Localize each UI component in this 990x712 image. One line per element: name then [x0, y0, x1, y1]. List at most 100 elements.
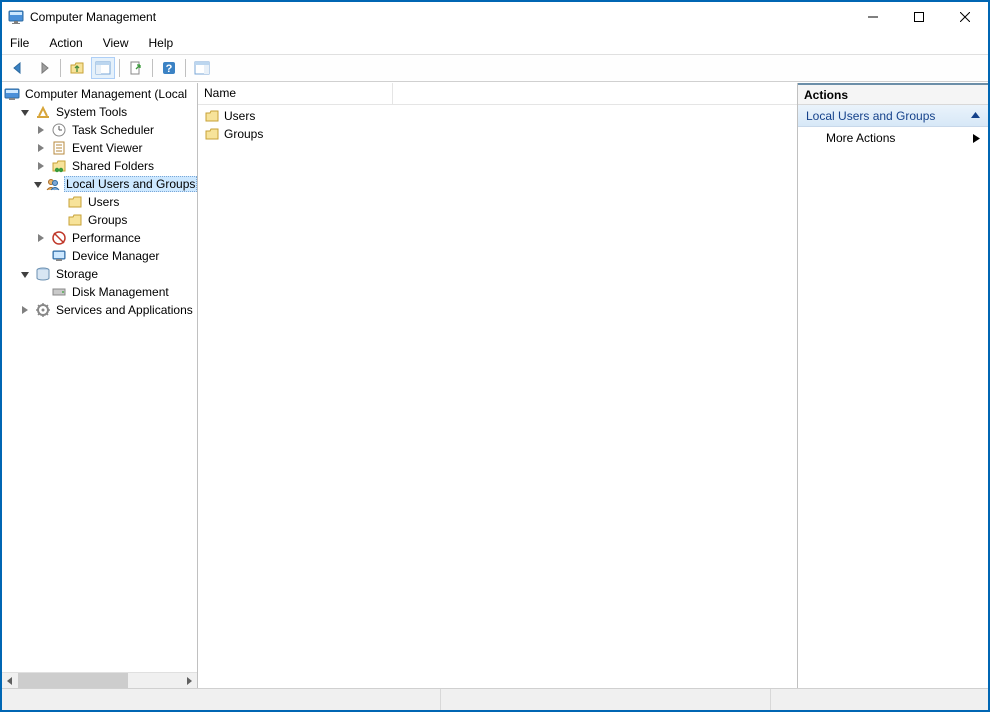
export-list-button[interactable]	[124, 57, 148, 79]
actions-panel: Actions Local Users and Groups More Acti…	[798, 83, 988, 688]
list-item-users[interactable]: Users	[200, 107, 795, 125]
tree-label: Services and Applications	[54, 302, 195, 318]
toolbar-separator	[60, 59, 61, 77]
window-title: Computer Management	[30, 10, 156, 24]
tree-label: Device Manager	[70, 248, 161, 264]
tree-label: Groups	[86, 212, 129, 228]
expand-toggle[interactable]	[18, 267, 32, 281]
list-item-groups[interactable]: Groups	[200, 125, 795, 143]
scroll-left-arrow[interactable]	[2, 673, 18, 689]
up-button[interactable]	[65, 57, 89, 79]
status-bar	[2, 688, 988, 710]
minimize-button[interactable]	[850, 2, 896, 32]
device-manager-icon	[51, 248, 67, 264]
svg-text:?: ?	[166, 63, 173, 75]
collapse-icon	[971, 111, 980, 120]
tree-label: Performance	[70, 230, 143, 246]
maximize-button[interactable]	[896, 2, 942, 32]
toolbar: ?	[2, 54, 988, 82]
tree-services-apps[interactable]: Services and Applications	[4, 301, 197, 319]
tree-panel: Computer Management (Local System Tools …	[2, 83, 198, 688]
tree-event-viewer[interactable]: Event Viewer	[4, 139, 197, 157]
list-body[interactable]: Users Groups	[198, 105, 797, 688]
forward-button[interactable]	[32, 57, 56, 79]
expand-toggle[interactable]	[34, 123, 48, 137]
toolbar-separator	[119, 59, 120, 77]
disk-icon	[51, 284, 67, 300]
column-name[interactable]: Name	[198, 83, 393, 104]
expand-toggle[interactable]	[34, 177, 42, 191]
tree-system-tools[interactable]: System Tools	[4, 103, 197, 121]
expand-toggle[interactable]	[34, 159, 48, 173]
menu-bar: File Action View Help	[2, 32, 988, 54]
help-button[interactable]: ?	[157, 57, 181, 79]
menu-action[interactable]: Action	[47, 34, 84, 52]
tree-task-scheduler[interactable]: Task Scheduler	[4, 121, 197, 139]
event-viewer-icon	[51, 140, 67, 156]
folder-icon	[204, 126, 220, 142]
list-panel: Name Users Groups	[198, 83, 798, 688]
services-icon	[35, 302, 51, 318]
status-segment	[2, 689, 440, 710]
list-item-label: Users	[224, 109, 255, 123]
clock-icon	[51, 122, 67, 138]
actions-item-label: More Actions	[826, 131, 895, 145]
tree-label: Storage	[54, 266, 100, 282]
users-groups-icon	[45, 176, 61, 192]
toolbar-separator	[152, 59, 153, 77]
show-hide-tree-button[interactable]	[91, 57, 115, 79]
tree-label: Computer Management (Local	[23, 86, 189, 102]
expand-toggle[interactable]	[34, 141, 48, 155]
column-blank[interactable]	[393, 83, 797, 104]
shared-folder-icon	[51, 158, 67, 174]
list-header: Name	[198, 83, 797, 105]
tree-label: Local Users and Groups	[64, 176, 197, 192]
folder-icon	[204, 108, 220, 124]
tree-storage[interactable]: Storage	[4, 265, 197, 283]
title-bar: Computer Management	[2, 2, 988, 32]
actions-section[interactable]: Local Users and Groups	[798, 105, 988, 127]
app-icon	[8, 9, 24, 25]
folder-icon	[67, 194, 83, 210]
tree-label: Task Scheduler	[70, 122, 156, 138]
tree-device-manager[interactable]: Device Manager	[4, 247, 197, 265]
system-tools-icon	[35, 104, 51, 120]
main-area: Computer Management (Local System Tools …	[2, 82, 988, 688]
menu-view[interactable]: View	[101, 34, 131, 52]
scroll-thumb[interactable]	[18, 673, 128, 689]
expand-toggle[interactable]	[18, 303, 32, 317]
back-button[interactable]	[6, 57, 30, 79]
performance-icon	[51, 230, 67, 246]
tree-users[interactable]: Users	[4, 193, 197, 211]
tree-disk-management[interactable]: Disk Management	[4, 283, 197, 301]
toolbar-separator	[185, 59, 186, 77]
tree-label: Shared Folders	[70, 158, 156, 174]
expand-toggle[interactable]	[18, 105, 32, 119]
close-button[interactable]	[942, 2, 988, 32]
list-item-label: Groups	[224, 127, 263, 141]
menu-file[interactable]: File	[8, 34, 31, 52]
tree-body: Computer Management (Local System Tools …	[2, 83, 197, 672]
tree-label: Disk Management	[70, 284, 171, 300]
tree-local-users-groups[interactable]: Local Users and Groups	[4, 175, 197, 193]
horizontal-scrollbar[interactable]	[2, 672, 197, 688]
submenu-icon	[973, 134, 980, 143]
status-segment	[440, 689, 770, 710]
show-hide-action-pane-button[interactable]	[190, 57, 214, 79]
expand-toggle[interactable]	[34, 231, 48, 245]
tree-root[interactable]: Computer Management (Local	[4, 85, 197, 103]
tree-performance[interactable]: Performance	[4, 229, 197, 247]
tree-shared-folders[interactable]: Shared Folders	[4, 157, 197, 175]
menu-help[interactable]: Help	[147, 34, 176, 52]
tree-label: Event Viewer	[70, 140, 144, 156]
tree-label: System Tools	[54, 104, 129, 120]
actions-section-label: Local Users and Groups	[806, 109, 935, 123]
tree-groups[interactable]: Groups	[4, 211, 197, 229]
actions-header: Actions	[798, 83, 988, 105]
scroll-right-arrow[interactable]	[181, 673, 197, 689]
actions-more-actions[interactable]: More Actions	[798, 127, 988, 149]
status-segment	[770, 689, 988, 710]
computer-management-icon	[4, 86, 20, 102]
scroll-track[interactable]	[18, 673, 181, 689]
tree-label: Users	[86, 194, 121, 210]
